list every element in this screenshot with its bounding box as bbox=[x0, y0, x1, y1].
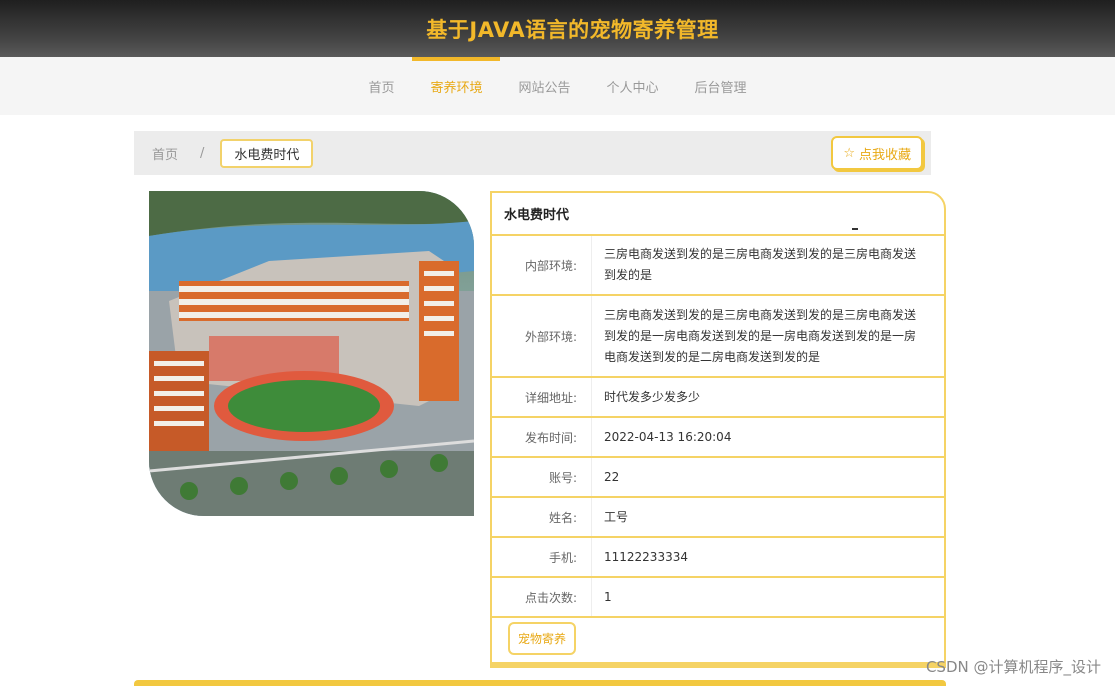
star-icon: ☆ bbox=[843, 145, 855, 161]
detail-title: 水电费时代 bbox=[492, 193, 944, 236]
detail-row-account: 账号: 22 bbox=[492, 458, 944, 498]
row-label: 姓名: bbox=[492, 498, 592, 536]
row-label: 账号: bbox=[492, 458, 592, 496]
detail-row-publish-time: 发布时间: 2022-04-13 16:20:04 bbox=[492, 418, 944, 458]
favorite-label: 点我收藏 bbox=[858, 147, 911, 163]
breadcrumb: 首页 / 水电费时代 ☆ 点我收藏 bbox=[134, 131, 931, 175]
row-value: 三房电商发送到发的是三房电商发送到发的是三房电商发送到发的是一房电商发送到发的是… bbox=[604, 307, 917, 364]
row-value: 时代发多少发多少 bbox=[604, 389, 701, 404]
detail-row-clicks: 点击次数: 1 bbox=[492, 578, 944, 618]
row-label: 详细地址: bbox=[492, 378, 592, 416]
watermark: CSDN @计算机程序_设计 bbox=[925, 658, 1101, 676]
nav-item-profile[interactable]: 个人中心 bbox=[589, 57, 677, 115]
nav-label: 个人中心 bbox=[606, 80, 659, 96]
nav-item-admin[interactable]: 后台管理 bbox=[677, 57, 765, 115]
nav-item-home[interactable]: 首页 bbox=[350, 57, 412, 115]
detail-row-exterior: 外部环境: 三房电商发送到发的是三房电商发送到发的是三房电商发送到发的是一房电商… bbox=[492, 296, 944, 378]
breadcrumb-separator: / bbox=[200, 145, 205, 161]
row-value: 11122233334 bbox=[604, 549, 688, 564]
nav-label: 寄养环境 bbox=[430, 80, 483, 96]
environment-detail-card: 水电费时代 内部环境: 三房电商发送到发的是三房电商发送到发的是三房电商发送到发… bbox=[490, 191, 946, 664]
nav-item-environment[interactable]: 寄养环境 bbox=[412, 57, 501, 115]
row-label: 点击次数: bbox=[492, 578, 592, 616]
breadcrumb-home[interactable]: 首页 bbox=[152, 144, 178, 163]
text-cursor bbox=[852, 228, 858, 230]
detail-row-address: 详细地址: 时代发多少发多少 bbox=[492, 378, 944, 418]
site-header: 基于JAVA语言的宠物寄养管理 bbox=[0, 0, 1115, 57]
pet-boarding-button[interactable]: 宠物寄养 bbox=[508, 621, 577, 655]
row-value: 2022-04-13 16:20:04 bbox=[604, 429, 732, 444]
action-area: 宠物寄养 bbox=[492, 618, 944, 658]
detail-row-interior: 内部环境: 三房电商发送到发的是三房电商发送到发的是三房电商发送到发的是 bbox=[492, 236, 944, 296]
main-nav: 首页 寄养环境 网站公告 个人中心 后台管理 bbox=[0, 57, 1115, 115]
breadcrumb-current: 水电费时代 bbox=[220, 138, 314, 168]
environment-photo bbox=[149, 191, 474, 516]
row-label: 内部环境: bbox=[492, 236, 592, 294]
row-value: 1 bbox=[604, 589, 612, 604]
bottom-section-border bbox=[134, 680, 946, 686]
row-value: 工号 bbox=[604, 509, 629, 524]
row-value: 22 bbox=[604, 469, 620, 484]
detail-row-phone: 手机: 11122233334 bbox=[492, 538, 944, 578]
row-label: 发布时间: bbox=[492, 418, 592, 456]
row-value: 三房电商发送到发的是三房电商发送到发的是三房电商发送到发的是 bbox=[604, 247, 917, 282]
nav-item-announcements[interactable]: 网站公告 bbox=[500, 57, 588, 115]
nav-label: 首页 bbox=[368, 80, 395, 96]
favorite-button[interactable]: ☆ 点我收藏 bbox=[831, 136, 923, 170]
detail-row-name: 姓名: 工号 bbox=[492, 498, 944, 538]
nav-label: 网站公告 bbox=[518, 80, 571, 96]
row-label: 手机: bbox=[492, 538, 592, 576]
row-label: 外部环境: bbox=[492, 296, 592, 376]
site-title: 基于JAVA语言的宠物寄养管理 bbox=[426, 17, 719, 42]
nav-label: 后台管理 bbox=[694, 80, 747, 96]
